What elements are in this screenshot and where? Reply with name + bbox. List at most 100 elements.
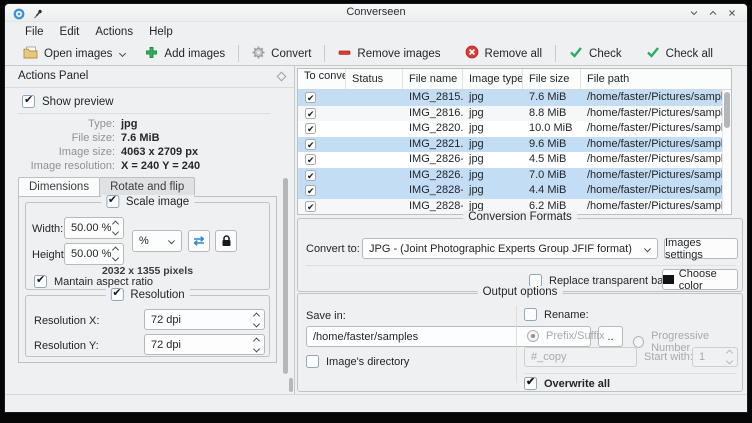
row-checkbox[interactable]: [305, 184, 316, 199]
table-row[interactable]: IMG_2816.jpg jpg 8.8 MiB /home/faster/Pi…: [298, 105, 731, 121]
row-file-path: /home/faster/Pictures/samples: [587, 184, 731, 196]
row-checkbox[interactable]: [305, 200, 316, 214]
menu-file[interactable]: File: [17, 24, 52, 40]
unit-dropdown[interactable]: %: [132, 230, 182, 252]
files-table: To convert Status File name Image type F…: [297, 68, 732, 215]
table-row[interactable]: IMG_2828-2.jpg jpg 4.4 MiB /home/faster/…: [298, 183, 731, 199]
tab-dimensions[interactable]: Dimensions: [18, 177, 101, 197]
resolution-checkbox[interactable]: Resolution: [105, 286, 190, 301]
actions-panel-header: Actions Panel: [5, 66, 294, 88]
circle-x-icon: [465, 45, 479, 62]
table-scrollbar-thumb[interactable]: [723, 92, 730, 128]
divider: [516, 306, 517, 383]
height-spinner[interactable]: 50.00 %: [64, 243, 124, 265]
rename-pattern-input[interactable]: #_copy: [524, 347, 637, 367]
table-scrollbar[interactable]: [722, 90, 731, 214]
checkbox-box: [105, 193, 119, 208]
images-directory-checkbox[interactable]: Image's directory: [306, 355, 409, 368]
minus-icon: [338, 46, 351, 62]
row-status: [346, 121, 403, 137]
close-button[interactable]: [727, 8, 737, 18]
divider: [18, 113, 270, 114]
swap-arrows-icon[interactable]: ⇄: [188, 230, 210, 252]
scale-image-group: Scale image Width: 50.00 % Height: 50.00…: [25, 193, 270, 290]
right-panel: To convert Status File name Image type F…: [295, 66, 747, 394]
row-file-size: 4.4 MiB: [529, 184, 567, 196]
images-settings-button[interactable]: Images settings: [664, 237, 738, 261]
row-image-type: jpg: [469, 153, 484, 165]
convert-to-label: Convert to:: [306, 243, 360, 255]
table-row[interactable]: IMG_2821.jpg jpg 9.6 MiB /home/faster/Pi…: [298, 136, 731, 152]
plus-icon: [145, 46, 158, 62]
table-body: IMG_2815.jpg jpg 7.6 MiB /home/faster/Pi…: [298, 90, 731, 214]
start-with-spinner[interactable]: 1: [692, 347, 738, 367]
row-checkbox[interactable]: [305, 138, 316, 152]
table-row[interactable]: IMG_2815.jpg jpg 7.6 MiB /home/faster/Pi…: [298, 90, 731, 106]
overwrite-all-checkbox[interactable]: Overwrite all: [524, 375, 610, 390]
scale-image-checkbox[interactable]: Scale image: [100, 193, 195, 208]
check-button[interactable]: Check: [561, 43, 630, 64]
table-row[interactable]: IMG_2826-Mo... jpg 4.5 MiB /home/faster/…: [298, 152, 731, 168]
row-checkbox[interactable]: [305, 107, 316, 121]
add-images-button[interactable]: Add images: [137, 43, 233, 65]
resolution-y-spinner[interactable]: 72 dpi: [144, 334, 265, 355]
app-window: Converseen File Edit Actions Help Open i…: [5, 4, 747, 412]
col-status[interactable]: Status: [346, 69, 403, 89]
resolution-x-spinner[interactable]: 72 dpi: [144, 309, 265, 330]
row-file-size: 9.6 MiB: [529, 137, 567, 150]
row-file-name: IMG_2820.jpg: [409, 122, 463, 134]
row-checkbox[interactable]: [305, 91, 316, 106]
row-checkbox[interactable]: [305, 122, 316, 137]
diamond-icon[interactable]: [276, 71, 287, 82]
radio-button: [527, 330, 539, 342]
remove-images-button[interactable]: Remove images: [330, 43, 448, 65]
maintain-aspect-ratio-checkbox[interactable]: Mantain aspect ratio: [34, 273, 153, 288]
table-row[interactable]: IMG_2820.jpg jpg 10.0 MiB /home/faster/P…: [298, 121, 731, 137]
conversion-formats-group: Conversion Formats Convert to: JPG - (Jo…: [297, 211, 743, 292]
panel-scrollbar[interactable]: [283, 178, 288, 374]
maximize-button[interactable]: [708, 8, 718, 18]
open-images-button[interactable]: Open images: [15, 43, 133, 65]
table-row[interactable]: IMG_2826.jpg jpg 7.0 MiB /home/faster/Pi…: [298, 167, 731, 183]
menu-help[interactable]: Help: [141, 24, 181, 40]
checkbox-box: [524, 375, 537, 390]
row-file-name: IMG_2821.jpg: [409, 137, 463, 150]
row-status: [346, 152, 403, 168]
width-spinner[interactable]: 50.00 %: [64, 217, 124, 239]
splitter-handle[interactable]: [289, 378, 293, 392]
col-file-size[interactable]: File size: [523, 69, 581, 89]
toolbar: Open images Add images Convert Remove im…: [5, 42, 747, 66]
info-image-resolution: Image resolution: X = 240 Y = 240: [30, 160, 201, 172]
row-checkbox[interactable]: [305, 153, 316, 168]
row-file-size: 7.6 MiB: [529, 91, 567, 103]
col-file-name[interactable]: File name: [403, 69, 463, 89]
panel-tabs: Dimensions Rotate and flip: [18, 177, 196, 197]
minimize-button[interactable]: [689, 8, 699, 18]
col-file-path[interactable]: File path: [581, 69, 731, 89]
choose-color-button[interactable]: Choose color: [662, 268, 738, 292]
show-preview-checkbox[interactable]: Show preview: [22, 93, 114, 108]
row-checkbox[interactable]: [305, 169, 316, 183]
lock-icon[interactable]: [215, 230, 237, 252]
menu-edit[interactable]: Edit: [52, 24, 88, 40]
row-image-type: jpg: [469, 168, 484, 181]
format-dropdown[interactable]: JPG - (Joint Photographic Experts Group …: [362, 238, 658, 259]
info-file-size: File size: 7.6 MiB: [71, 132, 160, 144]
title-bar[interactable]: Converseen: [5, 4, 747, 22]
checkbox-box: [34, 273, 47, 288]
row-file-name: IMG_2816.jpg: [409, 106, 463, 119]
rename-checkbox[interactable]: Rename:: [524, 308, 589, 321]
convert-button[interactable]: Convert: [244, 43, 319, 65]
resolution-group: Resolution Resolution X: 72 dpi Resoluti…: [25, 286, 270, 357]
col-image-type[interactable]: Image type: [463, 69, 523, 89]
main-area: Actions Panel Show preview Type: jpg Fil…: [5, 66, 747, 394]
row-file-path: /home/faster/Pictures/samples: [587, 137, 731, 150]
menu-actions[interactable]: Actions: [87, 24, 141, 40]
check-all-button[interactable]: Check all: [638, 43, 721, 64]
save-in-label: Save in:: [306, 310, 346, 322]
resolution-x-label: Resolution X:: [34, 315, 100, 327]
prefix-suffix-radio[interactable]: Prefix/Suffix: [527, 330, 605, 342]
col-to-convert[interactable]: To convert: [298, 69, 346, 89]
checkbox-box: [22, 93, 35, 108]
remove-all-button[interactable]: Remove all: [457, 42, 551, 65]
